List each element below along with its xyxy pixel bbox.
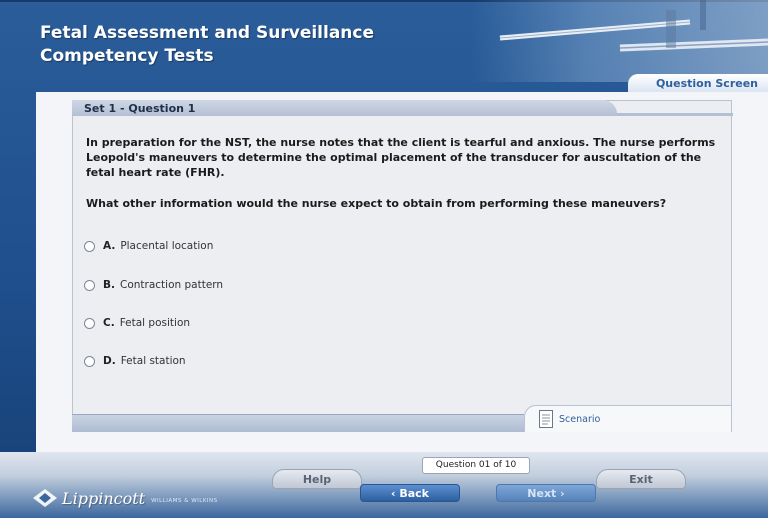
scenario-button[interactable]: Scenario: [524, 405, 732, 432]
logo-subtext: WILLIAMS & WILKINS: [151, 497, 218, 504]
publisher-logo: Lippincott WILLIAMS & WILKINS: [32, 488, 218, 508]
option-letter: C.: [103, 317, 115, 329]
app-title-line2: Competency Tests: [40, 46, 214, 66]
option-letter: B.: [103, 279, 115, 291]
option-letter: A.: [103, 240, 116, 252]
answer-option-b[interactable]: B. Contraction pattern: [84, 277, 223, 293]
option-text: Contraction pattern: [120, 279, 224, 291]
question-prompt: What other information would the nurse e…: [86, 197, 667, 210]
question-text: In preparation for the NST, the nurse no…: [86, 136, 716, 179]
radio-b[interactable]: [84, 279, 95, 291]
next-button[interactable]: Next ›: [496, 484, 596, 502]
option-text: Placental location: [120, 240, 214, 252]
app-title: Fetal Assessment and Surveillance Compet…: [40, 22, 374, 68]
scenario-label: Scenario: [559, 413, 601, 425]
question-set-label: Set 1 - Question 1: [72, 100, 733, 116]
radio-d[interactable]: [84, 355, 95, 367]
question-bottom-bar: [72, 414, 524, 432]
document-icon: [539, 410, 553, 428]
help-button[interactable]: Help: [272, 469, 362, 489]
logo-mark-icon: [33, 489, 57, 507]
chevron-right-icon: ›: [560, 487, 565, 500]
option-text: Fetal position: [119, 317, 191, 329]
exit-button[interactable]: Exit: [596, 469, 686, 489]
answer-option-d[interactable]: D. Fetal station: [84, 353, 186, 369]
answer-option-a[interactable]: A. Placental location: [84, 238, 213, 254]
back-label: Back: [399, 487, 430, 500]
logo-text: Lippincott: [62, 488, 146, 508]
app-title-line1: Fetal Assessment and Surveillance: [40, 23, 375, 43]
radio-c[interactable]: [84, 317, 95, 329]
screen-label: Question Screen: [628, 74, 768, 93]
chevron-left-icon: ‹: [390, 487, 396, 500]
option-letter: D.: [103, 355, 116, 367]
back-button[interactable]: ‹ Back: [360, 484, 460, 502]
header-art: [470, 0, 768, 82]
option-text: Fetal station: [120, 355, 186, 367]
question-counter: Question 01 of 10: [422, 457, 530, 474]
next-label: Next: [527, 487, 557, 500]
radio-a[interactable]: [84, 240, 95, 252]
answer-option-c[interactable]: C. Fetal position: [84, 315, 190, 331]
